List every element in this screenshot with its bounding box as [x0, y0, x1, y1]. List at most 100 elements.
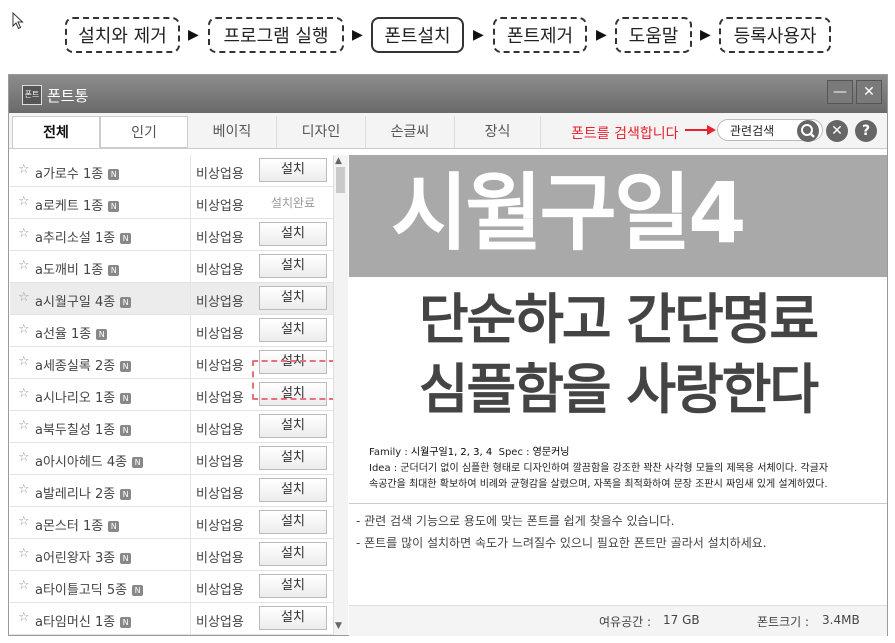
star-icon[interactable]: ☆ — [18, 482, 30, 497]
minimize-button[interactable]: — — [827, 80, 853, 104]
note-line: - 폰트를 많이 설치하면 속도가 느려질수 있으니 필요한 폰트만 골라서 설… — [356, 536, 767, 550]
list-item[interactable]: ☆ a타임머신 1종 N 비상업용 설치 — [10, 603, 335, 635]
install-button[interactable]: 설치 — [259, 606, 327, 630]
scroll-down-icon[interactable]: ▼ — [335, 621, 342, 631]
font-name: a어린왕자 3종 — [35, 551, 116, 566]
star-icon[interactable]: ☆ — [18, 450, 30, 465]
list-item[interactable]: ☆ a타이틀고딕 5종 N 비상업용 설치 — [10, 571, 335, 603]
step-arrow: ▶ — [473, 27, 484, 43]
idea-line1: Idea : 군더더기 없이 심플한 형태로 디자인하여 깔끔함을 강조한 꽉찬… — [369, 463, 829, 474]
star-icon[interactable]: ☆ — [18, 258, 30, 273]
license-label: 비상업용 — [196, 199, 244, 214]
step-run-program[interactable]: 프로그램 실행 — [208, 17, 344, 53]
font-preview: 시월구일4 단순하고 간단명료 심플함을 사랑한다 Family : 시월구일1… — [349, 155, 887, 605]
new-badge: N — [120, 233, 132, 244]
font-name: a시나리오 1종 — [35, 391, 116, 406]
list-item[interactable]: ☆ a도깨비 1종 N 비상업용 설치 — [10, 251, 335, 283]
title-bar: 폰트 폰트통 — ✕ — [9, 75, 887, 113]
clear-search-button[interactable]: ✕ — [826, 120, 848, 142]
tab-decoration[interactable]: 장식 — [455, 116, 541, 148]
license-label: 비상업용 — [196, 327, 244, 342]
install-button[interactable]: 설치 — [259, 574, 327, 598]
list-item[interactable]: ☆ a아시아헤드 4종 N 비상업용 설치 — [10, 443, 335, 475]
step-install-remove[interactable]: 설치와 제거 — [65, 17, 180, 53]
font-name: a발레리나 2종 — [35, 487, 116, 502]
star-icon[interactable]: ☆ — [18, 162, 30, 177]
font-list: ☆ a가로수 1종 N 비상업용 설치 ☆ a로케트 1종 N 비상업용 설치완료 ☆ a추리소설… — [10, 155, 335, 635]
install-button[interactable]: 설치 — [259, 542, 327, 566]
license-label: 비상업용 — [196, 455, 244, 470]
preview-slogan-line2: 심플함을 사랑한다 — [418, 358, 819, 421]
star-icon[interactable]: ☆ — [18, 418, 30, 433]
license-label: 비상업용 — [196, 519, 244, 534]
scroll-thumb[interactable] — [336, 167, 345, 193]
install-button[interactable]: 설치 — [259, 318, 327, 342]
star-icon[interactable]: ☆ — [18, 354, 30, 369]
install-button[interactable]: 설치 — [259, 254, 327, 278]
license-label: 비상업용 — [196, 583, 244, 598]
tab-handwriting[interactable]: 손글씨 — [366, 116, 455, 148]
step-font-install[interactable]: 폰트설치 — [371, 17, 464, 53]
install-button[interactable]: 설치 — [259, 414, 327, 438]
step-arrow: ▶ — [188, 27, 199, 43]
scroll-up-icon[interactable]: ▲ — [335, 156, 342, 166]
license-label: 비상업용 — [196, 167, 244, 182]
spec-label: Spec : — [498, 447, 533, 458]
font-name: a시월구일 4종 — [35, 295, 116, 310]
step-help[interactable]: 도움말 — [615, 17, 692, 53]
new-badge: N — [108, 521, 120, 532]
install-button[interactable]: 설치 — [259, 158, 327, 182]
install-button[interactable]: 설치 — [259, 286, 327, 310]
list-item[interactable]: ☆ a추리소설 1종 N 비상업용 설치 — [10, 219, 335, 251]
divider — [349, 503, 887, 504]
font-name: a세종실록 2종 — [35, 359, 116, 374]
star-icon[interactable]: ☆ — [18, 514, 30, 529]
install-button[interactable]: 설치 — [259, 446, 327, 470]
license-label: 비상업용 — [196, 423, 244, 438]
list-item[interactable]: ☆ a어린왕자 3종 N 비상업용 설치 — [10, 539, 335, 571]
install-button[interactable]: 설치 — [259, 510, 327, 534]
new-badge: N — [120, 425, 132, 436]
preview-slogan-line1: 단순하고 간단명료 — [418, 288, 819, 351]
star-icon[interactable]: ☆ — [18, 578, 30, 593]
app-icon: 폰트 — [22, 85, 42, 105]
new-badge: N — [132, 585, 144, 596]
tab-basic[interactable]: 베이직 — [188, 116, 277, 148]
list-item-selected[interactable]: ☆ a시월구일 4종 N 비상업용 설치 — [10, 283, 335, 315]
search-input[interactable] — [728, 122, 796, 139]
install-button[interactable]: 설치 — [259, 478, 327, 502]
usage-notes: - 관련 검색 기능으로 용도에 맞는 폰트를 쉽게 찾을수 있습니다. - 폰… — [356, 510, 767, 554]
list-item[interactable]: ☆ a몬스터 1종 N 비상업용 설치 — [10, 507, 335, 539]
tab-popular[interactable]: 인기 — [100, 116, 188, 148]
star-icon[interactable]: ☆ — [18, 194, 30, 209]
installed-label: 설치완료 — [270, 196, 316, 210]
star-icon[interactable]: ☆ — [18, 386, 30, 401]
list-item[interactable]: ☆ a북두칠성 1종 N 비상업용 설치 — [10, 411, 335, 443]
list-item[interactable]: ☆ a가로수 1종 N 비상업용 설치 — [10, 155, 335, 187]
star-icon[interactable]: ☆ — [18, 290, 30, 305]
search-button[interactable] — [797, 120, 819, 142]
new-badge: N — [96, 329, 108, 340]
star-icon[interactable]: ☆ — [18, 322, 30, 337]
star-icon[interactable]: ☆ — [18, 226, 30, 241]
star-icon[interactable]: ☆ — [18, 610, 30, 625]
tab-design[interactable]: 디자인 — [277, 116, 366, 148]
free-space-value: 17 GB — [663, 613, 700, 627]
step-font-remove[interactable]: 폰트제거 — [493, 17, 587, 53]
tab-all[interactable]: 전체 — [12, 116, 100, 148]
list-item[interactable]: ☆ a발레리나 2종 N 비상업용 설치 — [10, 475, 335, 507]
list-scrollbar[interactable]: ▲ ▼ — [333, 155, 348, 635]
status-bar: 여유공간 : 17 GB 폰트크기 : 3.4MB — [349, 605, 887, 636]
help-button[interactable]: ? — [855, 120, 877, 142]
spec-value: 영문커닝 — [532, 447, 570, 458]
new-badge: N — [120, 617, 132, 628]
new-badge: N — [132, 457, 144, 468]
list-item[interactable]: ☆ a로케트 1종 N 비상업용 설치완료 — [10, 187, 335, 219]
license-label: 비상업용 — [196, 551, 244, 566]
star-icon[interactable]: ☆ — [18, 546, 30, 561]
step-registered-user[interactable]: 등록사용자 — [719, 17, 831, 53]
preview-banner-title: 시월구일4 — [391, 164, 747, 262]
install-button[interactable]: 설치 — [259, 222, 327, 246]
list-item[interactable]: ☆ a선율 1종 N 비상업용 설치 — [10, 315, 335, 347]
close-button[interactable]: ✕ — [856, 80, 882, 104]
